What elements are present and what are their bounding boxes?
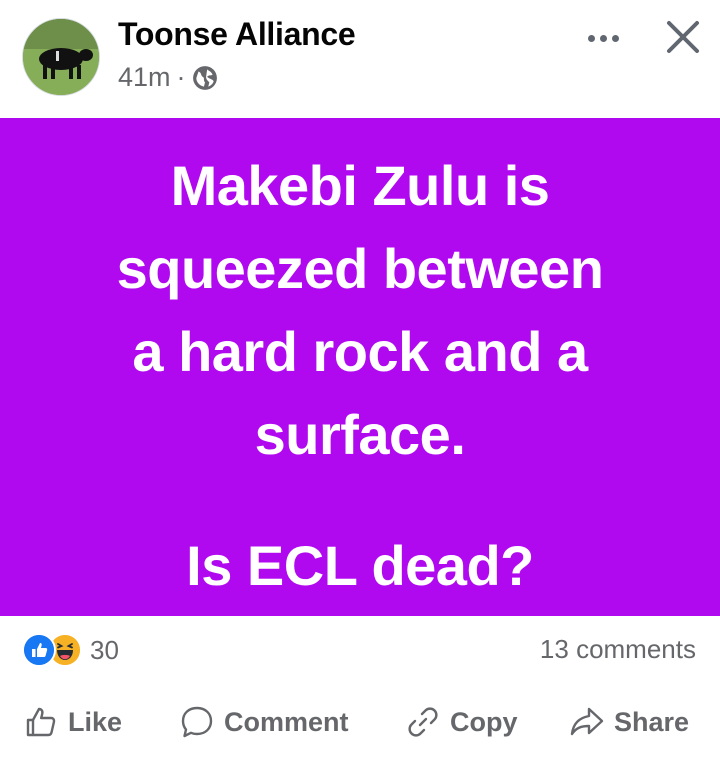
- banner-line: a hard rock and a: [132, 320, 588, 383]
- cow-avatar-image: [23, 19, 99, 95]
- banner-question: Is ECL dead?: [186, 534, 534, 597]
- banner-line: squeezed between: [116, 237, 604, 300]
- post-meta: 41m ·: [118, 62, 218, 93]
- like-button[interactable]: Like: [22, 700, 122, 744]
- banner-text: Makebi Zulu is squeezed between a hard r…: [0, 144, 720, 476]
- thumbs-up-icon: [26, 707, 56, 737]
- copy-button[interactable]: Copy: [404, 700, 518, 744]
- banner-line: Makebi Zulu is: [170, 154, 550, 217]
- post-actions-bar: Like Comment Copy Share: [0, 686, 720, 763]
- close-icon[interactable]: [660, 14, 706, 60]
- link-icon: [408, 707, 438, 737]
- comment-label: Comment: [224, 706, 349, 737]
- reactions-summary[interactable]: 30: [22, 633, 119, 667]
- like-label: Like: [68, 706, 123, 737]
- post-text-banner: Makebi Zulu is squeezed between a hard r…: [0, 118, 720, 616]
- share-arrow-icon: [570, 707, 604, 736]
- post-header: Toonse Alliance 41m ·: [0, 0, 720, 118]
- page-avatar[interactable]: [22, 18, 100, 96]
- reaction-count: 30: [90, 634, 119, 665]
- banner-line: surface.: [254, 403, 466, 466]
- share-label: Share: [614, 706, 690, 737]
- copy-label: Copy: [450, 706, 518, 737]
- more-horizontal-icon[interactable]: [578, 20, 628, 56]
- meta-separator: ·: [176, 62, 186, 92]
- globe-icon: [192, 65, 217, 90]
- post-time[interactable]: 41m: [118, 62, 171, 93]
- like-icon: [22, 633, 56, 667]
- page-name[interactable]: Toonse Alliance: [118, 16, 356, 53]
- post-stats: 30 13 comments: [0, 616, 720, 686]
- share-button[interactable]: Share: [568, 700, 689, 744]
- comments-count[interactable]: 13 comments: [540, 634, 696, 665]
- comment-button[interactable]: Comment: [178, 700, 349, 744]
- comment-icon: [181, 706, 213, 738]
